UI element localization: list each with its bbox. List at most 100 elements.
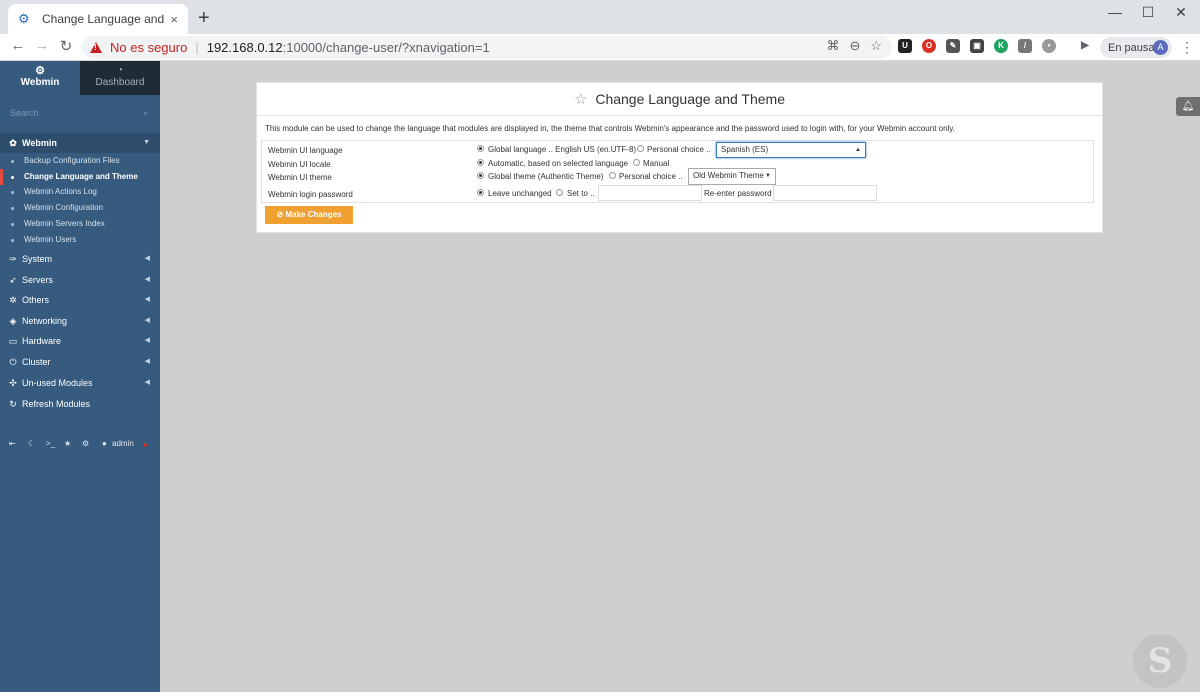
tab-close-icon[interactable]: × — [170, 12, 178, 27]
sidebar-item-change-language[interactable]: Change Language and Theme — [0, 169, 160, 185]
collapse-sidebar-icon[interactable]: ⇤ — [9, 439, 16, 448]
terminal-icon[interactable]: >_ — [46, 439, 55, 448]
category-label: Webmin — [22, 138, 57, 148]
extension-dropper-icon[interactable]: / — [1018, 39, 1032, 53]
sidebar-category-refresh-modules[interactable]: ↻ Refresh Modules — [0, 394, 160, 414]
translate-icon[interactable]: ⌘ — [826, 38, 839, 54]
chevron-down-icon: ▼ — [765, 173, 771, 179]
dashboard-tab[interactable]: ◔ Dashboard — [80, 61, 160, 95]
check-circle-icon: ⊘ — [276, 210, 284, 219]
sidebar-category-unused-modules[interactable]: ✣ Un-used Modules ◀ — [0, 373, 160, 393]
radio-locale-manual[interactable] — [633, 159, 640, 166]
radio-personal-language[interactable] — [637, 145, 644, 152]
caret-left-icon: ◀ — [144, 296, 150, 303]
hdd-icon: ▭ — [8, 336, 18, 346]
sidebar-category-servers[interactable]: ➶ Servers ◀ — [0, 270, 160, 290]
logout-icon[interactable] — [143, 443, 147, 447]
favorite-star-icon[interactable]: ☆ — [574, 91, 587, 108]
shield-icon: ◈ — [9, 316, 17, 326]
radio-locale-automatic[interactable] — [477, 159, 484, 166]
search-icon: ⌕ — [142, 108, 148, 118]
reload-icon[interactable]: ↻ — [56, 37, 76, 55]
extension-ume-icon[interactable]: U — [898, 39, 912, 53]
close-window-button[interactable]: ✕ — [1166, 4, 1196, 21]
sidebar-item-servers-index[interactable]: Webmin Servers Index — [0, 216, 160, 232]
reenter-password-input[interactable] — [773, 185, 877, 201]
radio-password-unchanged[interactable] — [477, 189, 484, 196]
module-panel: ☆ Change Language and Theme This module … — [256, 82, 1103, 233]
select-value: Spanish (ES) — [721, 145, 769, 154]
night-mode-icon[interactable]: ☾ — [28, 439, 35, 448]
extension-bulb-icon[interactable]: • — [1042, 39, 1056, 53]
category-label: Hardware — [22, 336, 62, 346]
extension-k-icon[interactable]: K — [994, 39, 1008, 53]
url-host: 192.168.0.12 — [206, 40, 283, 55]
power-icon: ⏻ — [9, 357, 17, 367]
caret-left-icon: ◀ — [144, 337, 150, 344]
minimize-button[interactable]: — — [1100, 4, 1130, 20]
caret-left-icon: ◀ — [144, 255, 150, 262]
new-tab-button[interactable]: + — [198, 8, 210, 28]
back-arrow-icon[interactable]: ← — [8, 37, 28, 54]
media-play-icon[interactable]: ▶ — [1078, 39, 1092, 53]
profile-chip[interactable]: En pausa A — [1100, 37, 1172, 58]
sidebar-category-cluster[interactable]: ⏻ Cluster ◀ — [0, 352, 160, 372]
select-value: Old Webmin Theme — [693, 171, 764, 180]
notifications-bell-icon[interactable]: 🔔︎ — [1176, 97, 1200, 116]
bookmark-star-icon[interactable]: ☆ — [870, 38, 882, 54]
zoom-icon[interactable]: ⊖ — [849, 38, 860, 54]
form-row-password: Webmin login password Leave unchanged Se… — [262, 185, 1093, 201]
sidebar-item-backup-configuration[interactable]: Backup Configuration Files — [0, 153, 160, 169]
sidebar-search-input[interactable]: Search ⌕ — [0, 103, 160, 123]
webmin-brand-tab[interactable]: ⚙ Webmin — [0, 61, 80, 95]
radio-global-theme[interactable] — [477, 172, 484, 179]
sidebar-category-webmin[interactable]: ✿ Webmin ▼ — [0, 133, 160, 153]
footer-username[interactable]: admin — [112, 439, 134, 448]
radio-password-set[interactable] — [556, 189, 563, 196]
radio-label: Personal choice .. — [619, 172, 683, 181]
profile-status: En pausa — [1108, 41, 1155, 54]
extension-copy-icon[interactable]: ▣ — [970, 39, 984, 53]
category-label: System — [22, 254, 53, 264]
caret-left-icon: ◀ — [144, 379, 150, 386]
extension-pen-icon[interactable]: ✎ — [946, 39, 960, 53]
reenter-password-label: Re-enter password — [704, 189, 772, 198]
favorites-star-icon[interactable]: ★ — [64, 439, 71, 448]
profile-avatar: A — [1153, 40, 1168, 55]
maximize-button[interactable]: ☐ — [1133, 4, 1163, 21]
sidebar-category-hardware[interactable]: ▭ Hardware ◀ — [0, 331, 160, 351]
theme-select[interactable]: Old Webmin Theme ▼ — [688, 168, 776, 185]
rocket-icon: ➶ — [9, 275, 17, 285]
caret-left-icon: ◀ — [144, 276, 150, 283]
extension-opera-icon[interactable]: O — [922, 39, 936, 53]
sidebar-item-actions-log[interactable]: Webmin Actions Log — [0, 184, 160, 200]
watermark-letter: S — [1147, 641, 1173, 681]
sidebar-category-networking[interactable]: ◈ Networking ◀ — [0, 311, 160, 331]
sidebar-item-webmin-configuration[interactable]: Webmin Configuration — [0, 200, 160, 216]
theme-settings-icon[interactable]: ⚙ — [82, 439, 89, 448]
sidebar-category-others[interactable]: ✲ Others ◀ — [0, 290, 160, 310]
insecure-label[interactable]: No es seguro — [110, 40, 187, 55]
form-row-language: Webmin UI language Global language .. En… — [262, 142, 1093, 158]
make-changes-button[interactable]: ⊘ Make Changes — [265, 206, 353, 224]
form-row-theme: Webmin UI theme Global theme (Authentic … — [262, 168, 1093, 185]
browser-tab[interactable]: ⚙ Change Language and Theme — × — [8, 4, 188, 34]
radio-global-language[interactable] — [477, 145, 484, 152]
category-label: Cluster — [22, 357, 51, 367]
sidebar-item-webmin-users[interactable]: Webmin Users — [0, 232, 160, 248]
chevron-up-icon: ▲ — [855, 147, 861, 153]
url-omnibox[interactable]: No es seguro | 192.168.0.12 :10000/chang… — [82, 36, 892, 59]
radio-personal-theme[interactable] — [609, 172, 616, 179]
forward-arrow-icon[interactable]: → — [32, 37, 52, 54]
radio-label: Personal choice .. — [647, 145, 711, 154]
webmin-logo-icon: ⚙ — [35, 65, 45, 77]
dashboard-gauge-icon: ◔ — [116, 65, 124, 76]
caret-down-icon: ▼ — [143, 139, 150, 146]
puzzle-icon: ✣ — [9, 378, 17, 388]
password-input[interactable] — [598, 185, 702, 201]
sidebar-category-system[interactable]: ✑ System ◀ — [0, 249, 160, 269]
sidebar: ⚙ Webmin ◔ Dashboard Search ⌕ ✿ Webmin ▼… — [0, 61, 160, 692]
browser-menu-icon[interactable]: ⋮ — [1180, 39, 1194, 56]
radio-label: Leave unchanged — [488, 189, 552, 198]
search-placeholder: Search — [10, 108, 39, 118]
